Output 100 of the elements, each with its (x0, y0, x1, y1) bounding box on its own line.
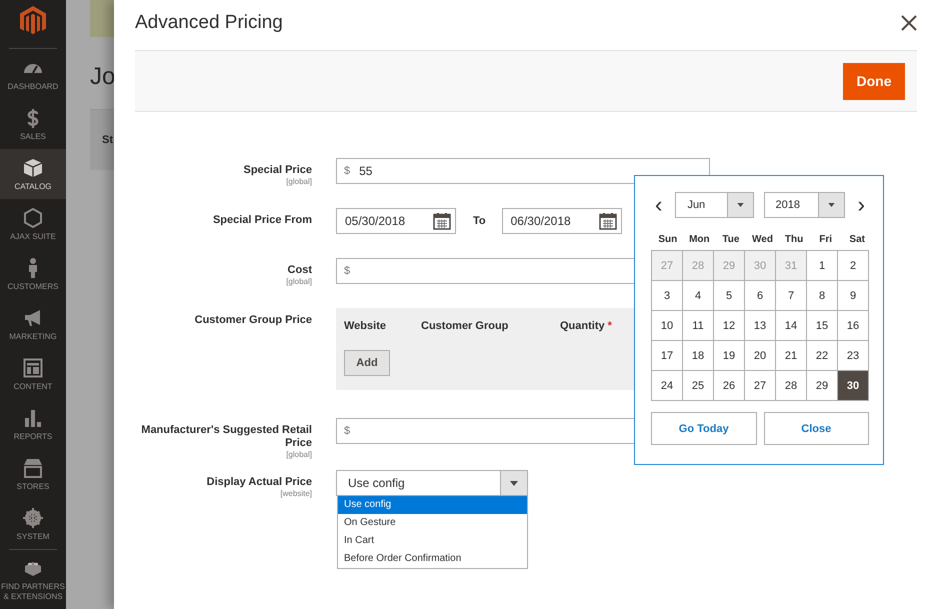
caret-icon (510, 480, 518, 486)
calendar-day[interactable]: 12 (714, 311, 745, 341)
calendar-day[interactable]: 30 (838, 371, 869, 401)
field-value: 55 (359, 164, 372, 178)
nav-item[interactable]: REPORTS (0, 399, 66, 449)
dropdown-option[interactable]: Use config (338, 496, 527, 514)
calendar-day[interactable]: 3 (652, 281, 683, 311)
field-value: Use config (347, 476, 405, 490)
bar-chart-icon (22, 407, 44, 429)
caret-icon (737, 203, 744, 207)
calendar-day[interactable]: 27 (745, 371, 776, 401)
nav-item[interactable]: CUSTOMERS (0, 249, 66, 299)
column-header: Quantity * (560, 320, 612, 332)
calendar-day[interactable]: 9 (838, 281, 869, 311)
next-month-button[interactable]: › (854, 194, 869, 216)
currency-symbol: $ (344, 165, 350, 177)
weekday-label: Mon (688, 234, 711, 245)
nav-item[interactable]: DASHBOARD (0, 49, 66, 99)
field-label: Manufacturer's Suggested Retail Price (140, 424, 312, 450)
calendar-day[interactable]: 2 (838, 251, 869, 281)
date-field[interactable]: 05/30/2018 (336, 208, 456, 234)
nav-item[interactable]: SYSTEM (0, 499, 66, 549)
calendar-day[interactable]: 15 (807, 311, 838, 341)
field-label: Customer Group Price (194, 314, 312, 327)
calendar-day[interactable]: 5 (714, 281, 745, 311)
box-icon (22, 157, 44, 179)
date-field[interactable]: 06/30/2018 (502, 208, 622, 234)
close-button[interactable] (901, 15, 917, 31)
calendar-day[interactable]: 8 (807, 281, 838, 311)
weekday-label: Thu (784, 234, 804, 245)
dropdown-option[interactable]: Before Order Confirmation (338, 550, 527, 568)
calendar-button[interactable] (433, 212, 451, 230)
calendar-day[interactable]: 13 (745, 311, 776, 341)
page-heading: Jo (90, 63, 116, 91)
nav-item[interactable]: AJAX SUITE (0, 199, 66, 249)
go-today-button[interactable]: Go Today (651, 412, 756, 445)
calendar-day[interactable]: 14 (776, 311, 807, 341)
year-select[interactable]: 2018 (764, 192, 845, 218)
nav-item[interactable]: STORES (0, 449, 66, 499)
weekday-label: Tue (721, 234, 740, 245)
nav-item[interactable]: MARKETING (0, 299, 66, 349)
calendar-day[interactable]: 21 (776, 341, 807, 371)
hexagon-icon (22, 207, 44, 229)
nav-item[interactable]: CATALOG (0, 149, 66, 199)
calendar-day[interactable]: 25 (683, 371, 714, 401)
currency-symbol: $ (344, 425, 350, 437)
calendar-day[interactable]: 19 (714, 341, 745, 371)
calendar-day[interactable]: 18 (683, 341, 714, 371)
storefront-icon (22, 457, 44, 479)
field-value: 05/30/2018 (345, 214, 406, 228)
field-label: Special Price From (212, 214, 312, 227)
calendar-day[interactable]: 7 (776, 281, 807, 311)
layout-icon (22, 357, 44, 379)
dropdown-option[interactable]: On Gesture (338, 514, 527, 532)
nav-item[interactable]: FIND PARTNERS & EXTENSIONS (0, 550, 66, 607)
close-button[interactable]: Close (764, 412, 869, 445)
previous-month-button[interactable]: ‹ (651, 194, 666, 216)
field-value: 06/30/2018 (510, 214, 571, 228)
calendar-day[interactable]: 20 (745, 341, 776, 371)
column-header: St (102, 134, 113, 146)
field-label: Display Actual Price (206, 476, 312, 489)
gear-icon (22, 507, 44, 529)
nav-item[interactable]: CONTENT (0, 349, 66, 399)
calendar-day[interactable]: 17 (652, 341, 683, 371)
calendar-icon (598, 212, 617, 230)
weekday-label: Wed (751, 234, 774, 245)
done-button[interactable]: Done (843, 62, 905, 100)
scope-label: [website] (279, 489, 312, 499)
nav-item[interactable]: SALES (0, 99, 66, 149)
field-label: To (473, 215, 486, 227)
add-button[interactable]: Add (344, 350, 390, 376)
month-select[interactable]: Jun (675, 192, 754, 218)
calendar-day[interactable]: 24 (652, 371, 683, 401)
calendar-day[interactable]: 1 (807, 251, 838, 281)
field-label: Special Price (242, 164, 312, 177)
calendar-day[interactable]: 22 (807, 341, 838, 371)
calendar-button[interactable] (598, 212, 617, 230)
modal-title: Advanced Pricing (135, 12, 283, 34)
currency-symbol: $ (344, 265, 350, 277)
field-label: Cost (286, 264, 312, 277)
calendar-day[interactable]: 26 (714, 371, 745, 401)
weekday-label: Sat (848, 234, 866, 245)
weekday-label: Sun (657, 234, 678, 245)
column-header: Website (344, 320, 387, 332)
calendar-day[interactable]: 16 (838, 311, 869, 341)
calendar-day[interactable]: 28 (776, 371, 807, 401)
calendar-day[interactable]: 11 (683, 311, 714, 341)
scope-label: [global] (285, 277, 312, 287)
scope-label: [global] (285, 177, 312, 187)
dropdown-option[interactable]: In Cart (338, 532, 527, 550)
calendar-icon (433, 212, 451, 230)
close-icon (901, 15, 917, 31)
calendar-day[interactable]: 6 (745, 281, 776, 311)
logo-icon (20, 6, 46, 36)
weekday-label: Fri (818, 234, 834, 245)
calendar-day[interactable]: 10 (652, 311, 683, 341)
scope-label: [global] (285, 450, 312, 460)
caret-icon (828, 203, 835, 207)
column-header: Customer Group (421, 320, 510, 332)
calendar-day[interactable]: 4 (683, 281, 714, 311)
